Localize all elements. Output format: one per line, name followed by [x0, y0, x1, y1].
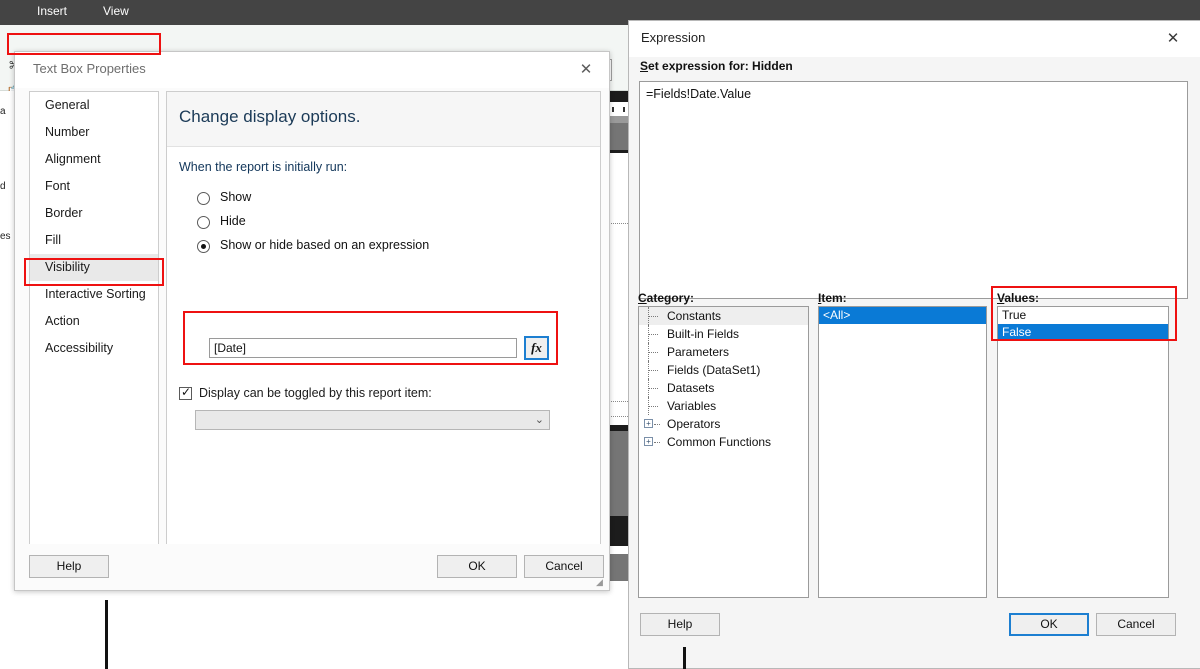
- nav-item-fill[interactable]: Fill: [30, 227, 158, 254]
- resize-grip-icon[interactable]: ◢: [596, 577, 606, 587]
- item-label: Item:: [818, 291, 847, 305]
- category-label: Category:: [638, 291, 694, 305]
- category-item-label: Parameters: [667, 345, 730, 359]
- radio-show-label: Show: [220, 190, 252, 204]
- expression-dialog-titlebar[interactable]: Expression ✕: [629, 21, 1200, 57]
- ribbon-tab-view[interactable]: View: [103, 4, 129, 18]
- nav-item-accessibility[interactable]: Accessibility: [30, 335, 158, 362]
- values-row-false[interactable]: False: [998, 324, 1168, 341]
- category-item-constants[interactable]: Constants: [639, 307, 808, 325]
- radio-expression-label: Show or hide based on an expression: [220, 238, 430, 252]
- category-item-label: Datasets: [667, 381, 715, 395]
- design-divider: [105, 600, 108, 669]
- radio-circle-selected-icon: [197, 240, 210, 253]
- design-text-fragment: es: [0, 231, 11, 242]
- textbox-dialog-footer: Help OK Cancel ◢: [15, 544, 609, 590]
- category-accel: C: [638, 291, 647, 305]
- radio-circle-icon: [197, 216, 210, 229]
- set-expression-accel: S: [640, 59, 649, 73]
- category-item-label: Variables: [667, 399, 717, 413]
- category-item-common-functions[interactable]: + Common Functions: [639, 433, 808, 451]
- design-text-fragment: a: [0, 106, 6, 117]
- nav-item-number[interactable]: Number: [30, 119, 158, 146]
- category-item-label: Fields (DataSet1): [667, 363, 761, 377]
- values-listbox[interactable]: True False: [997, 306, 1169, 598]
- chevron-down-icon: ⌄: [534, 414, 544, 426]
- category-listbox[interactable]: Constants Built-in Fields Parameters Fie…: [638, 306, 809, 598]
- category-item-label: Constants: [667, 309, 722, 323]
- expression-input[interactable]: [Date]: [209, 338, 517, 358]
- item-row-all[interactable]: <All>: [819, 307, 986, 324]
- expression-help-button[interactable]: Help: [640, 613, 720, 636]
- design-text-fragment: d: [0, 181, 6, 192]
- values-label: Values:: [997, 291, 1039, 305]
- radio-hide-label: Hide: [220, 214, 246, 228]
- category-item-built-in-fields[interactable]: Built-in Fields: [639, 325, 808, 343]
- category-item-datasets[interactable]: Datasets: [639, 379, 808, 397]
- expression-ok-button[interactable]: OK: [1009, 613, 1089, 636]
- item-listbox[interactable]: <All>: [818, 306, 987, 598]
- nav-item-visibility[interactable]: Visibility: [30, 254, 158, 281]
- category-label-rest: ategory:: [646, 291, 695, 305]
- textbox-dialog-title: Text Box Properties: [33, 61, 146, 76]
- nav-item-alignment[interactable]: Alignment: [30, 146, 158, 173]
- category-item-parameters[interactable]: Parameters: [639, 343, 808, 361]
- design-divider-lower: [683, 647, 686, 669]
- expand-icon[interactable]: +: [644, 437, 653, 446]
- textbox-ok-button[interactable]: OK: [437, 555, 517, 578]
- category-item-label: Built-in Fields: [667, 327, 740, 341]
- pane-header: Change display options.: [167, 92, 600, 147]
- category-item-label: Common Functions: [667, 435, 772, 449]
- textbox-properties-dialog: Text Box Properties ✕ General Number Ali…: [14, 51, 610, 591]
- category-item-operators[interactable]: + Operators: [639, 415, 808, 433]
- ribbon-tab-insert[interactable]: Insert: [37, 4, 67, 18]
- expression-cancel-button[interactable]: Cancel: [1096, 613, 1176, 636]
- fx-expression-button[interactable]: fx: [524, 336, 549, 360]
- toggle-checkbox-label: Display can be toggled by this report it…: [199, 386, 432, 400]
- nav-item-general[interactable]: General: [30, 92, 158, 119]
- set-expression-rest: et expression for: Hidden: [648, 59, 793, 73]
- set-expression-label: Set expression for: Hidden: [640, 59, 793, 73]
- screen-root: Insert View ✂ 📋 Segoe UI ⌄ 10 ⌄: [0, 0, 1200, 669]
- category-item-fields-dataset1[interactable]: Fields (DataSet1): [639, 361, 808, 379]
- item-label-rest: tem:: [821, 291, 847, 305]
- textbox-dialog-titlebar[interactable]: Text Box Properties ✕: [15, 52, 609, 88]
- textbox-cancel-button[interactable]: Cancel: [524, 555, 604, 578]
- toggle-item-combo[interactable]: ⌄: [195, 410, 550, 430]
- checkbox-checked-icon: ✓: [179, 385, 192, 400]
- expression-dialog-title: Expression: [641, 30, 706, 45]
- expression-textarea[interactable]: =Fields!Date.Value: [639, 81, 1188, 299]
- visibility-pane: Change display options. When the report …: [166, 91, 601, 587]
- category-item-label: Operators: [667, 417, 721, 431]
- pane-description: When the report is initially run:: [179, 160, 348, 174]
- nav-item-action[interactable]: Action: [30, 308, 158, 335]
- close-icon[interactable]: ✕: [1160, 27, 1186, 51]
- nav-item-font[interactable]: Font: [30, 173, 158, 200]
- nav-item-interactive-sorting[interactable]: Interactive Sorting: [30, 281, 158, 308]
- nav-item-border[interactable]: Border: [30, 200, 158, 227]
- pane-heading: Change display options.: [179, 107, 361, 126]
- textbox-dialog-nav: General Number Alignment Font Border Fil…: [29, 91, 159, 587]
- values-row-true[interactable]: True: [998, 307, 1168, 324]
- textbox-help-button[interactable]: Help: [29, 555, 109, 578]
- close-icon[interactable]: ✕: [573, 58, 599, 82]
- values-label-rest: alues:: [1004, 291, 1040, 305]
- expand-icon[interactable]: +: [644, 419, 653, 428]
- radio-circle-icon: [197, 192, 210, 205]
- textbox-dialog-body: General Number Alignment Font Border Fil…: [15, 88, 609, 587]
- category-item-variables[interactable]: Variables: [639, 397, 808, 415]
